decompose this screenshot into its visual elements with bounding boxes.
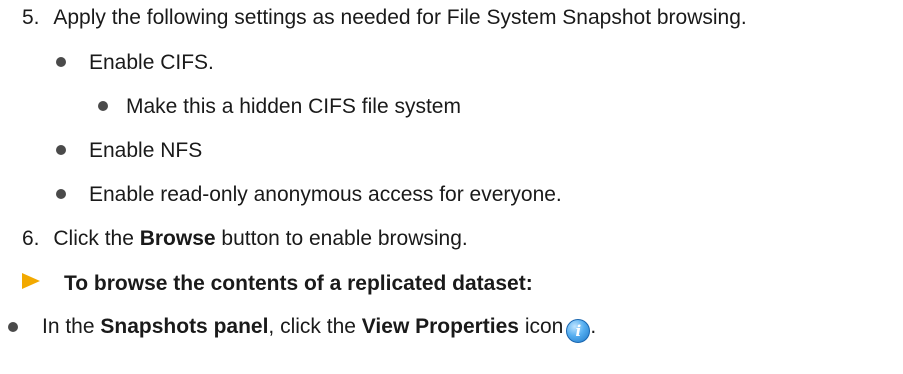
bullet-icon — [98, 101, 108, 111]
step-text-post: button to enable browsing. — [215, 227, 468, 250]
list-item: Enable NFS — [89, 140, 202, 161]
list-item-text: Enable CIFS. — [89, 51, 214, 74]
step-6: 6. Click the Browse button to enable bro… — [22, 228, 468, 249]
list-item: Enable CIFS. — [89, 52, 214, 73]
bullet-icon — [56, 145, 66, 155]
procedure-text-end: . — [590, 315, 597, 338]
procedure-heading: To browse the contents of a replicated d… — [64, 272, 533, 295]
procedure-text-pre: In the — [42, 315, 101, 338]
list-item: Make this a hidden CIFS file system — [126, 96, 461, 117]
step-text-pre: Click the — [53, 227, 140, 250]
step-text: Click the Browse button to enable browsi… — [53, 227, 467, 250]
browse-button-label: Browse — [139, 227, 216, 250]
step-5: 5. Apply the following settings as neede… — [22, 7, 747, 28]
list-item-text: Enable read-only anonymous access for ev… — [89, 183, 562, 206]
procedure-arrow-icon — [22, 273, 40, 289]
procedure-text-post: icon — [518, 315, 564, 338]
step-number: 6. — [22, 227, 40, 250]
view-properties-label: View Properties — [361, 315, 519, 338]
step-text: Apply the following settings as needed f… — [53, 6, 747, 29]
info-icon: i — [566, 319, 591, 343]
snapshots-panel-label: Snapshots panel — [100, 315, 269, 338]
step-number: 5. — [22, 6, 40, 29]
list-item-text: Enable NFS — [89, 139, 203, 162]
procedure-text-mid: , click the — [268, 315, 362, 338]
list-item: Enable read-only anonymous access for ev… — [89, 184, 562, 205]
bullet-icon — [56, 189, 66, 199]
bullet-icon — [56, 57, 66, 67]
procedure-item: In the Snapshots panel, click the View P… — [42, 316, 596, 343]
bullet-icon — [8, 322, 18, 332]
list-item-text: Make this a hidden CIFS file system — [126, 95, 461, 118]
